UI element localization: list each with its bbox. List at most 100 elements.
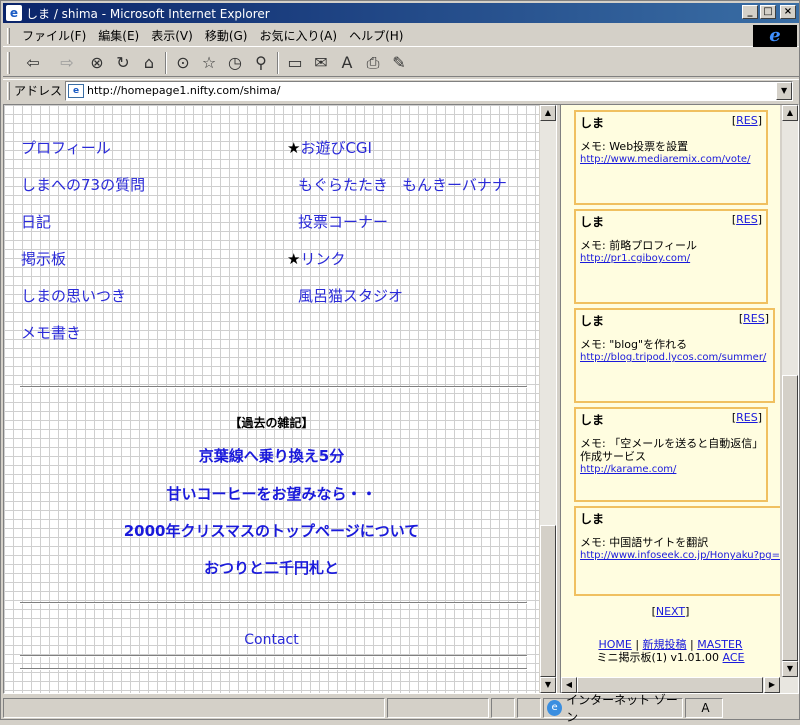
zakki-link[interactable]: おつりと二千円札と xyxy=(4,557,539,578)
divider xyxy=(20,668,527,670)
res-link[interactable]: RES xyxy=(743,312,765,325)
memo-text: メモ: Web投票を設置 xyxy=(580,140,689,153)
post-url[interactable]: http://www.infoseek.co.jp/Honyaku?pg= xyxy=(580,549,780,562)
nav-73-questions[interactable]: しまへの73の質問 xyxy=(21,174,145,195)
scroll-down-icon[interactable]: ▼ xyxy=(540,677,556,693)
post-author: しま xyxy=(580,116,605,130)
minimize-button[interactable]: _ xyxy=(742,5,758,19)
print-icon[interactable]: ⎙ xyxy=(360,51,386,75)
post-memo: メモ: "blog"を作れる http://blog.tripod.lycos.c… xyxy=(580,338,770,364)
scroll-up-icon[interactable]: ▲ xyxy=(540,105,556,121)
menu-favorites[interactable]: お気に入り(A) xyxy=(253,27,343,44)
status-panel xyxy=(387,698,489,718)
address-dropdown-icon[interactable]: ▼ xyxy=(776,81,793,100)
res-link[interactable]: RES xyxy=(736,213,758,226)
post-url[interactable]: http://pr1.cgiboy.com/ xyxy=(580,252,770,265)
globe-icon: e xyxy=(547,700,563,716)
post-res: [RES] xyxy=(738,312,769,325)
nav-bbs[interactable]: 掲示板 xyxy=(21,248,66,269)
post-res: [RES] xyxy=(731,114,762,127)
ace-link[interactable]: ACE xyxy=(723,651,745,664)
edit-icon[interactable]: ✎ xyxy=(386,51,412,75)
new-post-link[interactable]: 新規投稿 xyxy=(643,638,687,651)
res-link[interactable]: RES xyxy=(736,114,758,127)
next-link[interactable]: NEXT xyxy=(656,605,685,618)
cgi-heading-label[interactable]: お遊びCGI xyxy=(300,139,372,157)
close-button[interactable]: × xyxy=(780,5,796,19)
nav-vote[interactable]: 投票コーナー xyxy=(298,211,388,232)
divider xyxy=(20,386,527,388)
zakki-link[interactable]: 2000年クリスマスのトップページについて xyxy=(4,520,539,541)
toolbar: ⇦ ⇨ ⊗ ↻ ⌂ ⊙ ☆ ◷ ⚲ ▭ ✉ A ⎙ ✎ xyxy=(3,49,799,77)
star-icon: ★ xyxy=(287,139,301,157)
search-icon[interactable]: ⊙ xyxy=(170,51,196,75)
history-icon[interactable]: ◷ xyxy=(222,51,248,75)
main-scrollbar[interactable]: ▲ ▼ xyxy=(539,105,556,693)
menu-go[interactable]: 移動(G) xyxy=(199,27,254,44)
ie-logo-icon: e xyxy=(753,25,797,47)
version-text: ミニ掲示板(1) v1.01.00 xyxy=(596,651,720,664)
address-bar: アドレス e http://homepage1.nifty.com/shima/… xyxy=(3,79,799,101)
cgi-heading: ★お遊びCGI xyxy=(287,137,372,158)
master-link[interactable]: MASTER xyxy=(697,638,742,651)
font-icon[interactable]: A xyxy=(334,51,360,75)
back-icon[interactable]: ⇦ xyxy=(16,51,50,75)
fullscreen-icon[interactable]: ▭ xyxy=(282,51,308,75)
nav-memo[interactable]: メモ書き xyxy=(21,322,81,343)
menu-edit[interactable]: 編集(E) xyxy=(92,27,145,44)
post-res: [RES] xyxy=(731,213,762,226)
menu-grip[interactable] xyxy=(7,27,10,44)
zakki-link[interactable]: 京葉線へ乗り換え5分 xyxy=(4,445,539,466)
bbs-post: しま [RES] メモ: 前略プロフィール http://pr1.cgiboy.c… xyxy=(574,209,768,304)
scroll-down-icon[interactable]: ▼ xyxy=(782,661,798,677)
bbs-footer-links: HOME | 新規投稿 | MASTER xyxy=(598,638,743,651)
scroll-right-icon[interactable]: ▶ xyxy=(764,677,780,693)
post-url[interactable]: http://www.mediaremix.com/vote/ xyxy=(580,153,770,166)
address-url[interactable]: http://homepage1.nifty.com/shima/ xyxy=(87,84,280,97)
contact-link[interactable]: Contact xyxy=(4,632,539,648)
res-link[interactable]: RES xyxy=(736,411,758,424)
address-input[interactable]: e http://homepage1.nifty.com/shima/ ▼ xyxy=(65,80,794,101)
menu-file[interactable]: ファイル(F) xyxy=(16,27,92,44)
scroll-thumb[interactable] xyxy=(540,525,556,677)
nav-monkey-banana[interactable]: もんきーバナナ xyxy=(402,174,507,195)
zakki-link[interactable]: 甘いコーヒーをお望みなら・・ xyxy=(4,483,539,504)
maximize-button[interactable]: □ xyxy=(760,5,776,19)
window-title: しま / shima - Microsoft Internet Explorer xyxy=(26,6,270,21)
browser-window: e しま / shima - Microsoft Internet Explor… xyxy=(0,0,800,724)
nav-diary[interactable]: 日記 xyxy=(21,211,51,232)
scroll-thumb[interactable] xyxy=(782,375,798,661)
main-frame: プロフィール しまへの73の質問 日記 掲示板 しまの思いつき メモ書き ★お遊… xyxy=(4,105,539,693)
nav-profile[interactable]: プロフィール xyxy=(21,137,111,158)
bbs-post: しま [RES] メモ: Web投票を設置 http://www.mediarem… xyxy=(574,110,768,205)
post-res: [RES] xyxy=(731,411,762,424)
nav-mogura[interactable]: もぐらたたき xyxy=(298,174,388,195)
toolbar-grip[interactable] xyxy=(7,51,10,74)
forward-icon[interactable]: ⇨ xyxy=(50,51,84,75)
stop-icon[interactable]: ⊗ xyxy=(84,51,110,75)
scroll-up-icon[interactable]: ▲ xyxy=(782,105,798,121)
favorites-icon[interactable]: ☆ xyxy=(196,51,222,75)
channels-icon[interactable]: ⚲ xyxy=(248,51,274,75)
bbs-post: しま [RES] メモ: "blog"を作れる http://blog.tripo… xyxy=(574,308,775,403)
menu-help[interactable]: ヘルプ(H) xyxy=(343,27,409,44)
menu-view[interactable]: 表示(V) xyxy=(145,27,199,44)
address-grip[interactable] xyxy=(7,81,10,100)
post-url[interactable]: http://blog.tripod.lycos.com/summer/ xyxy=(580,351,770,364)
post-url[interactable]: http://karame.com/ xyxy=(580,463,770,476)
post-memo: メモ: Web投票を設置 http://www.mediaremix.com/vo… xyxy=(580,140,770,166)
title-bar[interactable]: e しま / shima - Microsoft Internet Explor… xyxy=(3,3,799,23)
home-icon[interactable]: ⌂ xyxy=(136,51,162,75)
ime-panel[interactable]: A xyxy=(685,698,723,718)
mail-icon[interactable]: ✉ xyxy=(308,51,334,75)
nav-furoneko[interactable]: 風呂猫スタジオ xyxy=(298,285,403,306)
home-link[interactable]: HOME xyxy=(598,638,631,651)
links-heading-label[interactable]: リンク xyxy=(300,250,345,268)
toolbar-separator xyxy=(165,51,167,74)
bbs-scrollbar[interactable]: ▲ ▼ xyxy=(781,105,798,677)
menu-bar: ファイル(F) 編集(E) 表示(V) 移動(G) お気に入り(A) ヘルプ(H… xyxy=(3,25,799,47)
refresh-icon[interactable]: ↻ xyxy=(110,51,136,75)
page-icon: e xyxy=(68,83,85,98)
nav-ideas[interactable]: しまの思いつき xyxy=(21,285,126,306)
memo-text: メモ: 中国語サイトを翻訳 xyxy=(580,536,709,549)
